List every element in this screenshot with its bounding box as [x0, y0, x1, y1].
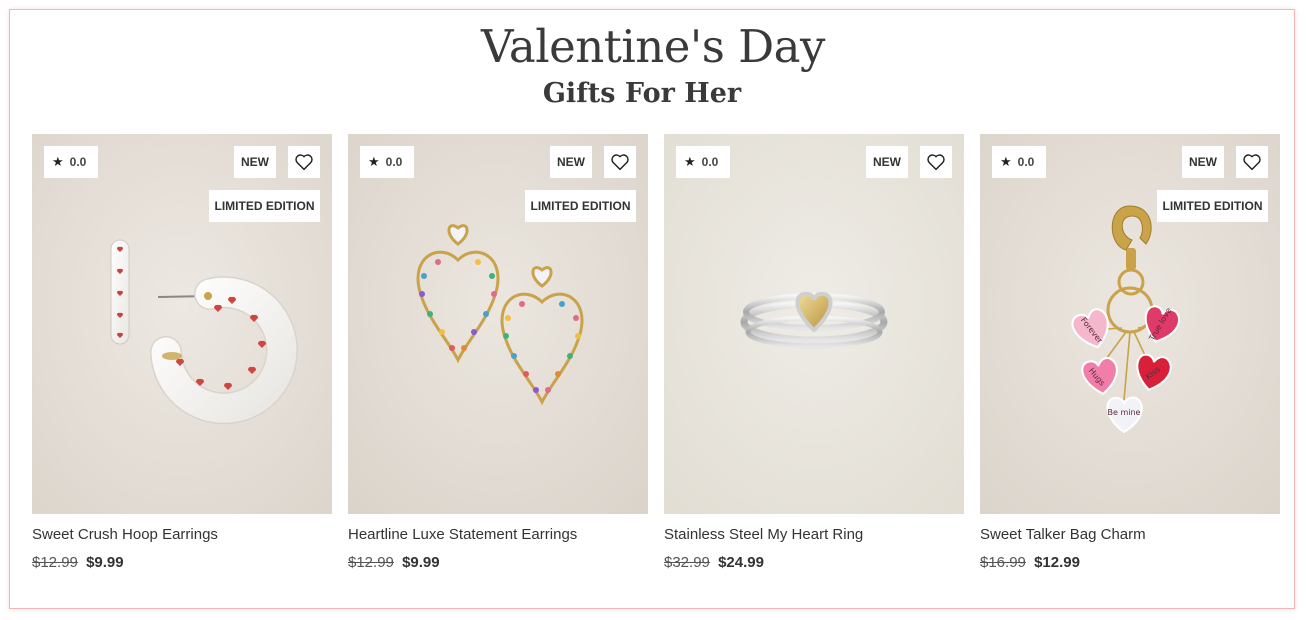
price-row: $12.99 $9.99	[32, 554, 124, 571]
wishlist-button[interactable]	[1236, 146, 1268, 178]
price-row: $12.99 $9.99	[348, 554, 440, 571]
product-name[interactable]: Heartline Luxe Statement Earrings	[348, 526, 577, 543]
heart-outline-icon	[611, 154, 629, 171]
wishlist-button[interactable]	[604, 146, 636, 178]
wishlist-button[interactable]	[288, 146, 320, 178]
rating-badge: ★ 0.0	[44, 146, 99, 178]
heart-outline-icon	[1243, 154, 1261, 171]
product-card[interactable]: ★ 0.0 NEW LIMITED EDITION Heartline Luxe…	[348, 134, 648, 594]
original-price: $32.99	[664, 554, 710, 571]
price-row: $32.99 $24.99	[664, 554, 764, 571]
heart-outline-icon	[295, 154, 313, 171]
product-card[interactable]: ★ 0.0 NEW LIMITED EDITION Sweet Crush Ho…	[32, 134, 332, 594]
product-image[interactable]	[664, 134, 964, 514]
original-price: $16.99	[980, 554, 1026, 571]
heart-outline-icon	[927, 154, 945, 171]
limited-edition-badge: LIMITED EDITION	[525, 190, 636, 222]
rating-value: 0.0	[385, 155, 403, 169]
star-icon: ★	[684, 154, 696, 169]
price-row: $16.99 $12.99	[980, 554, 1080, 571]
wishlist-button[interactable]	[920, 146, 952, 178]
page-title: Valentine's Day	[481, 20, 825, 73]
sale-price: $9.99	[86, 554, 124, 571]
star-icon: ★	[1000, 154, 1012, 169]
rating-badge: ★ 0.0	[676, 146, 731, 178]
product-name[interactable]: Sweet Talker Bag Charm	[980, 526, 1146, 543]
product-card[interactable]: ★ 0.0 NEW Stainless Steel My Heart Ring …	[664, 134, 964, 594]
rating-badge: ★ 0.0	[360, 146, 415, 178]
new-badge: NEW	[866, 146, 908, 178]
sale-price: $12.99	[1034, 554, 1080, 571]
rating-badge: ★ 0.0	[992, 146, 1047, 178]
charm-word: Be mine	[1108, 408, 1141, 417]
page-subtitle: Gifts For Her	[542, 78, 742, 109]
rating-value: 0.0	[69, 155, 87, 169]
star-icon: ★	[368, 154, 380, 169]
new-badge: NEW	[550, 146, 592, 178]
sale-price: $24.99	[718, 554, 764, 571]
star-icon: ★	[52, 154, 64, 169]
original-price: $12.99	[32, 554, 78, 571]
rating-value: 0.0	[701, 155, 719, 169]
sale-price: $9.99	[402, 554, 440, 571]
limited-edition-badge: LIMITED EDITION	[1157, 190, 1268, 222]
product-name[interactable]: Sweet Crush Hoop Earrings	[32, 526, 218, 543]
product-name[interactable]: Stainless Steel My Heart Ring	[664, 526, 863, 543]
new-badge: NEW	[1182, 146, 1224, 178]
rating-value: 0.0	[1017, 155, 1035, 169]
limited-edition-badge: LIMITED EDITION	[209, 190, 320, 222]
new-badge: NEW	[234, 146, 276, 178]
product-card[interactable]: Forever True love Hugs Kiss Be mine ★ 0.…	[980, 134, 1280, 594]
original-price: $12.99	[348, 554, 394, 571]
